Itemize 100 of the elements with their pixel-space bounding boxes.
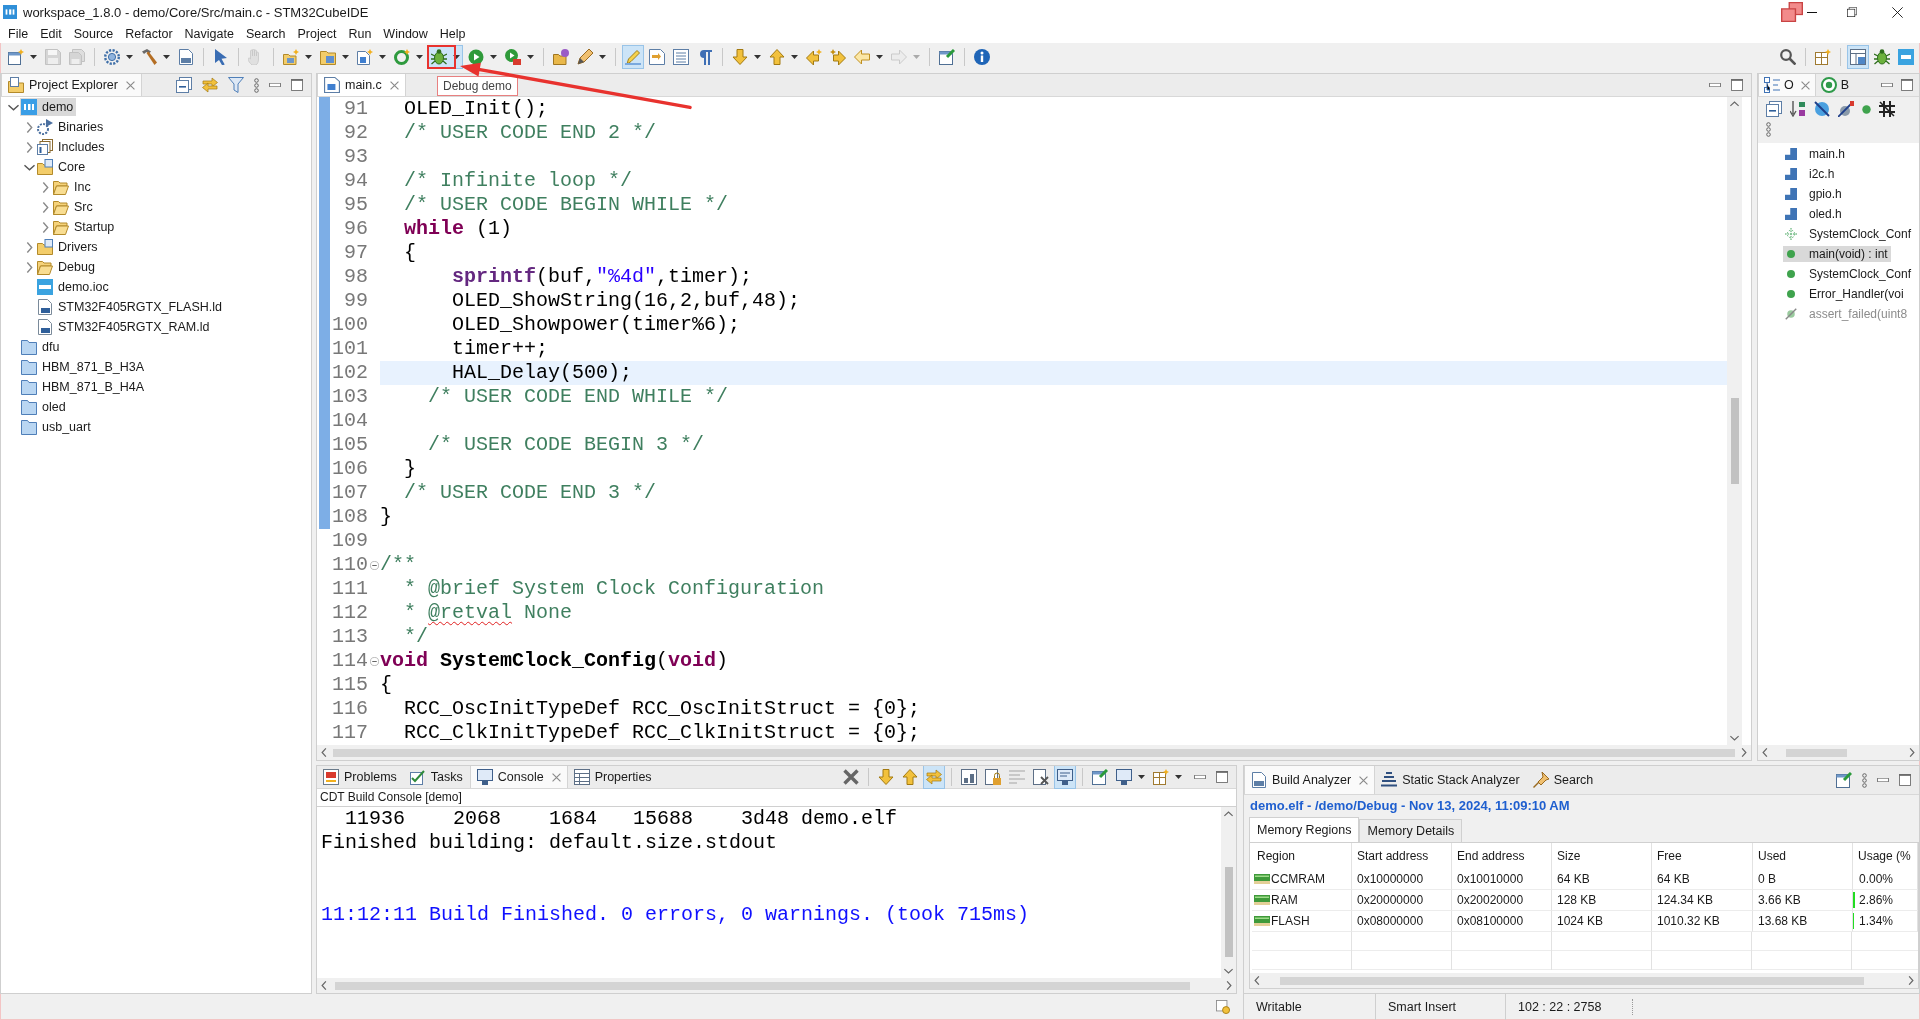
chevron-right-icon[interactable] — [41, 201, 49, 213]
maximize-icon[interactable] — [1899, 774, 1911, 786]
chevron-right-icon[interactable] — [25, 261, 33, 273]
chevron-right-icon[interactable] — [25, 141, 33, 153]
fold-minus-icon[interactable] — [369, 656, 379, 666]
chevron-right-icon[interactable] — [25, 241, 33, 253]
menu-item[interactable]: Help — [433, 26, 472, 41]
highlighter-button[interactable] — [622, 44, 644, 69]
tree-item[interactable]: demo — [20, 98, 77, 116]
outline-item[interactable]: main.h — [1783, 146, 1849, 162]
horizontal-scrollbar[interactable] — [317, 745, 1751, 760]
outline-item[interactable]: Error_Handler(voi — [1783, 286, 1907, 302]
column-header[interactable]: Region — [1252, 843, 1352, 869]
column-header[interactable]: Start address — [1352, 843, 1452, 869]
collapse-all-icon[interactable] — [176, 77, 192, 93]
menu-item[interactable]: Source — [67, 26, 120, 41]
window-pin-icon[interactable] — [1836, 772, 1852, 788]
tab[interactable]: Project Explorer — [1, 74, 142, 96]
menu-item[interactable]: Refactor — [119, 26, 179, 41]
chevron-down-icon[interactable] — [23, 163, 35, 171]
menu-item[interactable]: Edit — [34, 26, 68, 41]
column-header[interactable]: Used — [1753, 843, 1853, 869]
collapse-all-icon[interactable] — [1766, 101, 1782, 117]
tab[interactable]: Memory Details — [1359, 819, 1463, 842]
scrollbar-thumb[interactable] — [1786, 748, 1847, 757]
tree-item[interactable]: Startup — [52, 218, 118, 236]
menu-item[interactable]: Search — [239, 26, 292, 41]
outline-item[interactable]: oled.h — [1783, 206, 1845, 222]
outline-item[interactable]: gpio.h — [1783, 186, 1845, 202]
tree-item[interactable]: Src — [52, 198, 96, 216]
tree-item[interactable]: demo.ioc — [36, 278, 112, 296]
column-header[interactable]: Usage (% — [1853, 843, 1918, 869]
horizontal-scrollbar[interactable] — [1250, 973, 1918, 988]
horizontal-scrollbar[interactable] — [1758, 745, 1919, 760]
horizontal-scrollbar[interactable] — [317, 978, 1236, 993]
tab[interactable]: O — [1758, 74, 1816, 96]
tree-item[interactable]: oled — [20, 398, 69, 416]
tab[interactable]: Properties — [567, 766, 659, 788]
struck-ball-icon[interactable] — [1838, 101, 1854, 117]
view-menu-icon[interactable] — [254, 77, 259, 93]
tree-item[interactable]: Debug — [36, 258, 98, 276]
outline-item[interactable]: SystemClock_Conf — [1783, 266, 1915, 282]
menu-item[interactable]: Window — [377, 26, 434, 41]
tab[interactable]: Memory Regions — [1249, 817, 1360, 842]
dot-icon[interactable] — [1862, 104, 1871, 114]
column-header[interactable]: End address — [1452, 843, 1552, 869]
minimize-icon[interactable] — [1807, 11, 1817, 13]
chevron-right-icon[interactable] — [41, 221, 49, 233]
menu-item[interactable]: Navigate — [178, 26, 240, 41]
scrollbar-thumb[interactable] — [333, 748, 1735, 757]
tree-item[interactable]: usb_uart — [20, 418, 94, 436]
outline-item[interactable]: i2c.h — [1783, 166, 1838, 182]
maximize-icon[interactable] — [1901, 79, 1913, 91]
tab[interactable]: Problems — [317, 766, 404, 788]
tab[interactable]: Static Stack Analyzer — [1375, 766, 1527, 794]
tree-item[interactable]: HBM_871_B_H4A — [20, 378, 148, 396]
tree-item[interactable]: STM32F405RGTX_FLASH.ld — [36, 298, 225, 316]
outline-item[interactable]: main(void) : int — [1783, 246, 1891, 262]
tree-item[interactable]: Inc — [52, 178, 94, 196]
tab[interactable]: Search — [1526, 766, 1601, 794]
tree-item[interactable]: dfu — [20, 338, 63, 356]
struck-hash-icon[interactable] — [1879, 101, 1895, 117]
tab[interactable]: main.c — [317, 74, 406, 96]
monitor-button[interactable] — [1054, 766, 1076, 789]
chevron-right-icon[interactable] — [25, 121, 33, 133]
restore-icon[interactable] — [1847, 7, 1857, 17]
close-icon[interactable] — [1892, 6, 1903, 18]
view-menu-icon[interactable] — [1862, 772, 1867, 788]
tab[interactable]: Build Analyzer — [1244, 766, 1376, 794]
tab[interactable]: Tasks — [403, 766, 470, 788]
maximize-icon[interactable] — [1216, 771, 1228, 783]
scrollbar-thumb[interactable] — [335, 981, 1190, 990]
fold-minus-icon[interactable] — [369, 560, 379, 570]
tree-item[interactable]: Core — [36, 158, 89, 176]
struck-circle-icon[interactable] — [1814, 101, 1830, 117]
tab[interactable]: Console — [469, 766, 568, 788]
vertical-scrollbar[interactable] — [1221, 807, 1236, 978]
view-menu-icon[interactable] — [1766, 121, 1771, 137]
tree-item[interactable]: Binaries — [36, 118, 107, 136]
layout-button[interactable] — [1847, 44, 1869, 69]
column-header[interactable]: Free — [1652, 843, 1753, 869]
menu-item[interactable]: Run — [342, 26, 378, 41]
menu-item[interactable]: File — [2, 26, 35, 41]
scrollbar-thumb[interactable] — [1224, 867, 1233, 957]
scrollbar-thumb[interactable] — [1730, 398, 1739, 484]
column-header[interactable]: Size — [1552, 843, 1652, 869]
tree-item[interactable]: Drivers — [36, 238, 101, 256]
filter-icon[interactable] — [228, 77, 244, 93]
tree-item[interactable]: STM32F405RGTX_RAM.ld — [36, 318, 213, 336]
sort-icon[interactable] — [1790, 101, 1806, 117]
tree-item[interactable]: Includes — [36, 138, 108, 156]
maximize-icon[interactable] — [1731, 79, 1743, 91]
tree-item[interactable]: HBM_871_B_H3A — [20, 358, 148, 376]
tab[interactable]: B — [1815, 74, 1856, 96]
menu-item[interactable]: Project — [291, 26, 343, 41]
vertical-scrollbar[interactable] — [1727, 97, 1742, 745]
maximize-icon[interactable] — [291, 79, 303, 91]
chevron-down-icon[interactable] — [7, 103, 19, 111]
outline-item[interactable]: SystemClock_Conf — [1783, 226, 1915, 242]
swap-arrows-icon[interactable] — [202, 77, 218, 93]
